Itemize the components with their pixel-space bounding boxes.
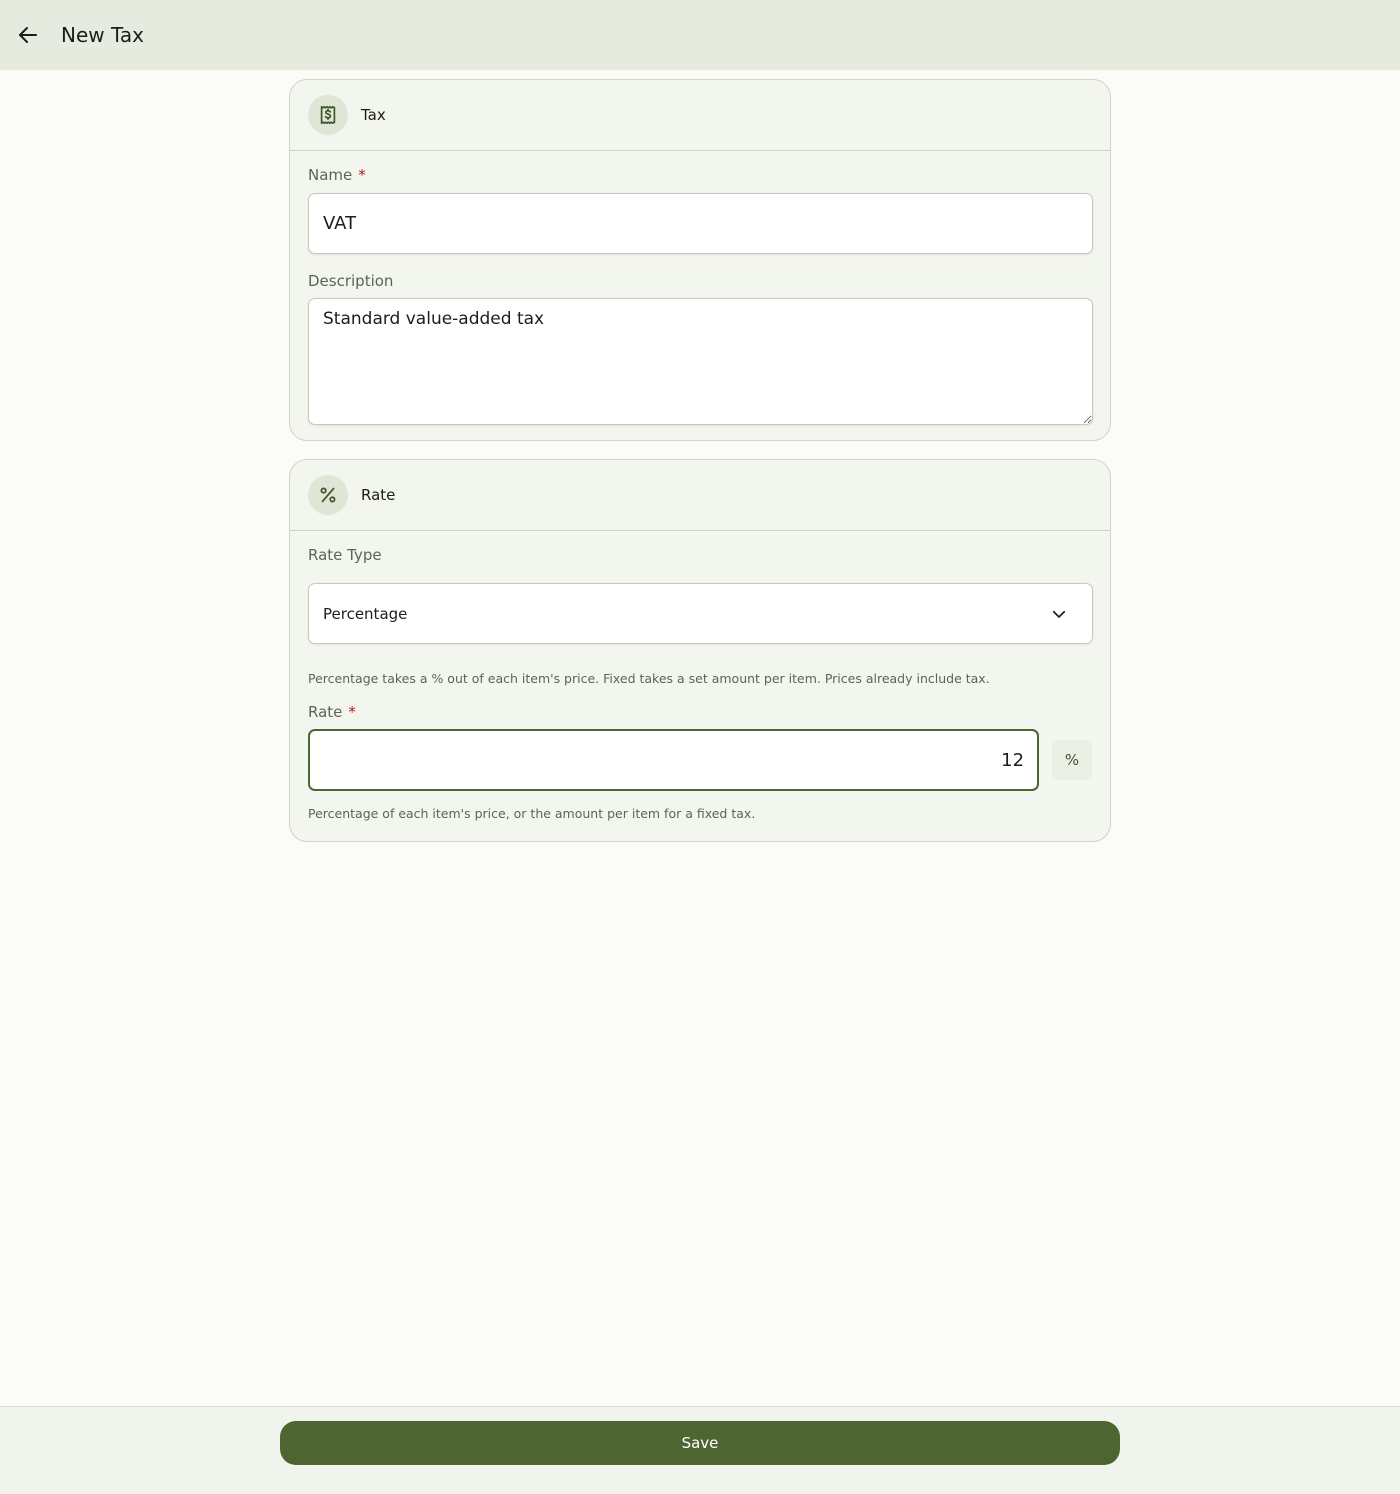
rate-type-selected-value: Percentage bbox=[323, 604, 408, 623]
rate-card: Rate Rate Type Percentage Percentage tak… bbox=[289, 459, 1111, 842]
bottom-action-bar: Save bbox=[0, 1406, 1400, 1494]
top-app-bar: New Tax bbox=[0, 0, 1400, 70]
rate-label-text: Rate bbox=[308, 703, 343, 721]
rate-input[interactable] bbox=[308, 729, 1040, 791]
rate-type-select[interactable]: Percentage bbox=[308, 583, 1093, 644]
rate-unit-badge: % bbox=[1052, 740, 1092, 780]
save-button[interactable]: Save bbox=[280, 1421, 1120, 1465]
back-button[interactable] bbox=[0, 0, 56, 70]
rate-card-title: Rate bbox=[361, 486, 396, 504]
description-field-label: Description bbox=[308, 272, 394, 290]
name-field-label: Name * bbox=[308, 166, 1092, 184]
receipt-dollar-icon bbox=[308, 95, 348, 135]
rate-card-header: Rate bbox=[290, 460, 1110, 531]
percent-icon bbox=[308, 475, 348, 515]
arrow-left-icon bbox=[19, 27, 37, 43]
rate-helper-text: Percentage of each item's price, or the … bbox=[308, 806, 756, 821]
rate-input-row: % bbox=[308, 729, 1092, 791]
name-input[interactable] bbox=[308, 193, 1093, 254]
page-title: New Tax bbox=[61, 23, 144, 47]
required-asterisk: * bbox=[348, 703, 356, 721]
rate-type-helper-text: Percentage takes a % out of each item's … bbox=[308, 671, 990, 686]
rate-field-label: Rate * bbox=[308, 703, 1092, 721]
tax-card-title: Tax bbox=[361, 106, 386, 124]
name-label-text: Name bbox=[308, 166, 353, 184]
tax-card: Tax Name * Description Standard value-add… bbox=[289, 79, 1111, 441]
required-asterisk: * bbox=[358, 166, 366, 184]
rate-type-label: Rate Type bbox=[308, 546, 382, 564]
app-root: New Tax Tax Name * Description Standard v… bbox=[0, 0, 1400, 1494]
chevron-down-icon bbox=[1052, 610, 1066, 618]
tax-card-body: Name * Description Standard value-added t… bbox=[290, 166, 1110, 425]
description-textarea[interactable]: Standard value-added tax bbox=[308, 298, 1093, 425]
rate-card-body: Rate Type Percentage Percentage takes a … bbox=[290, 546, 1110, 821]
tax-card-header: Tax bbox=[290, 80, 1110, 151]
